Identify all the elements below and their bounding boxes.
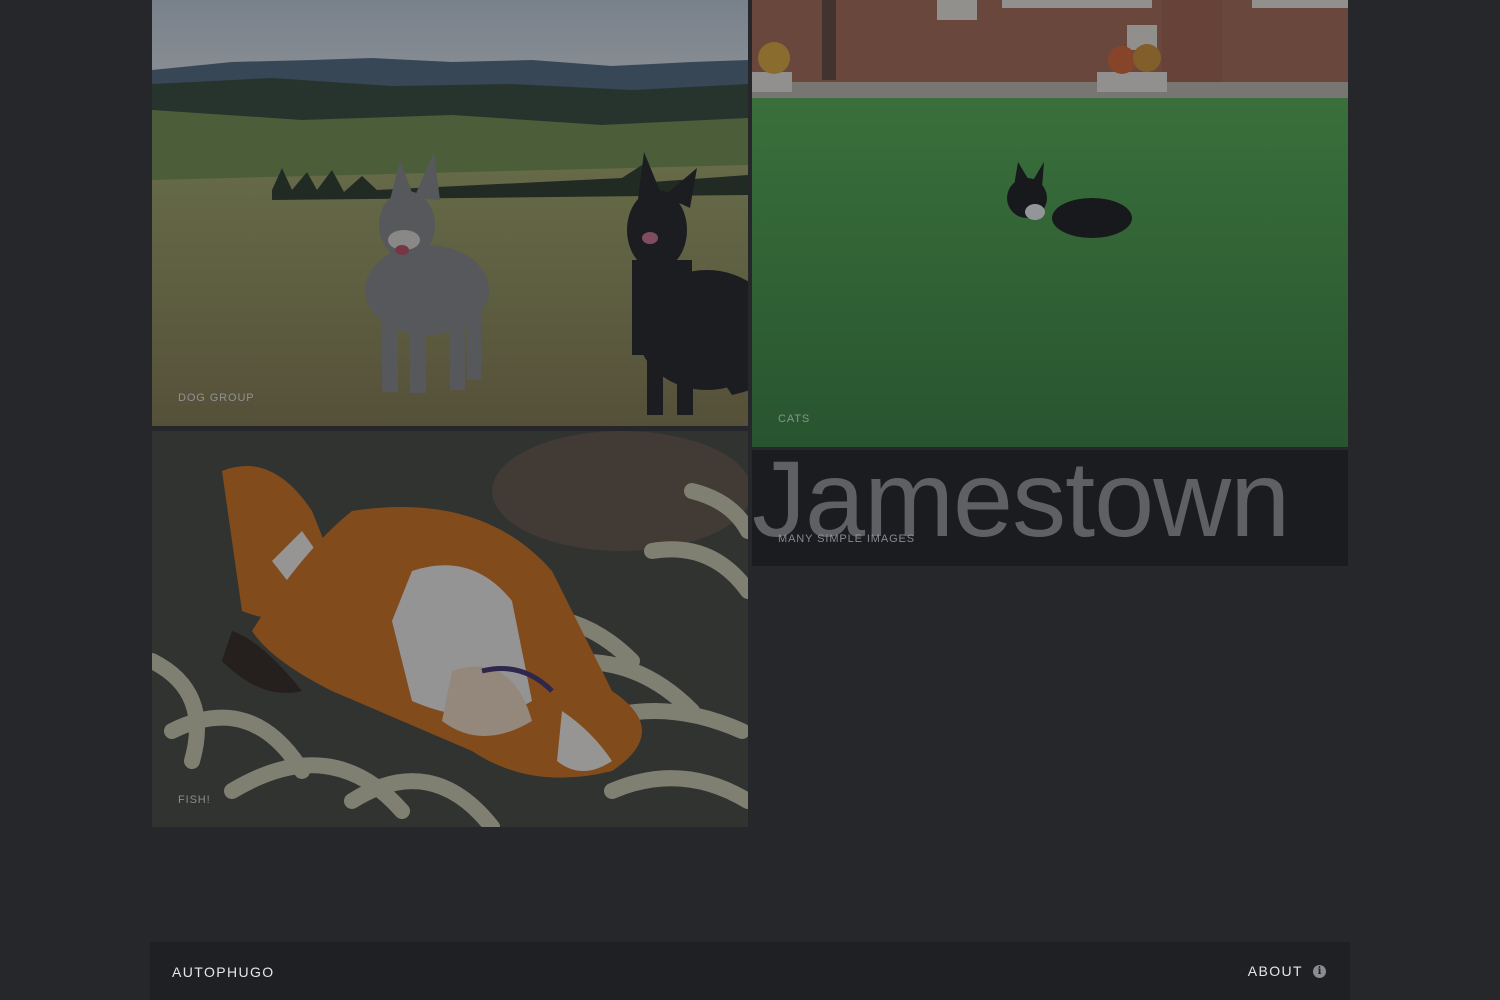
album-caption: Cats xyxy=(778,413,811,425)
album-caption: Dog Group xyxy=(178,392,255,404)
album-tile-fish[interactable]: Fish! xyxy=(152,431,748,827)
album-caption: Fish! xyxy=(178,794,211,806)
site-brand[interactable]: AutoPhugo xyxy=(172,964,275,980)
album-tile-dog-group[interactable]: Dog Group xyxy=(152,0,748,426)
album-tile-many-simple-images[interactable]: Jamestown Many Simple Images xyxy=(752,450,1348,566)
page: Dog Group xyxy=(0,0,1500,1000)
album-caption: Many Simple Images xyxy=(778,533,916,545)
dogs-photo xyxy=(152,0,748,426)
album-tile-cats[interactable]: Cats xyxy=(752,0,1348,447)
about-link[interactable]: About i xyxy=(1248,963,1326,979)
fish-photo xyxy=(152,431,748,827)
about-label[interactable]: About xyxy=(1248,963,1303,979)
info-icon[interactable]: i xyxy=(1313,964,1326,978)
footer-bar: AutoPhugo About i xyxy=(150,942,1350,1000)
cats-photo xyxy=(752,0,1348,447)
